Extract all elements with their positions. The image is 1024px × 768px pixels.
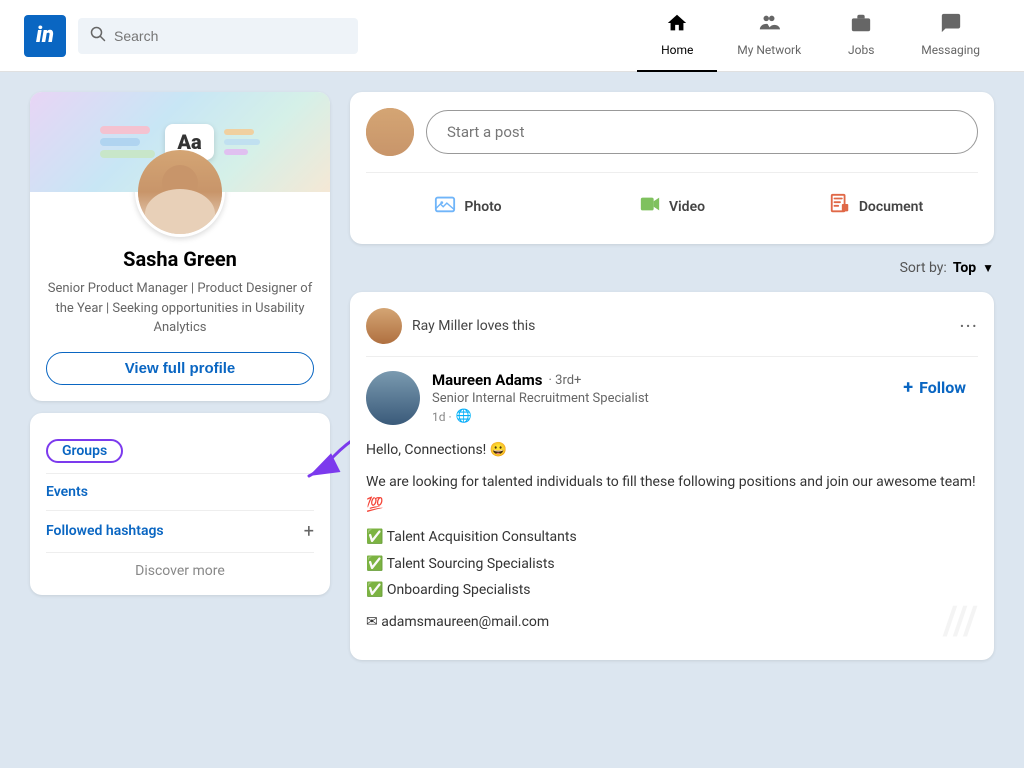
sort-chevron-icon[interactable]: ▼	[982, 261, 994, 275]
sort-bar: Sort by: Top ▼	[350, 256, 994, 280]
loves-text: Ray Miller loves this	[412, 318, 535, 334]
post-card: Ray Miller loves this ··· Maureen Adams …	[350, 292, 994, 660]
post-options-button[interactable]: ···	[959, 314, 978, 338]
view-profile-button[interactable]: View full profile	[46, 352, 314, 385]
sort-value[interactable]: Top	[953, 260, 976, 276]
profile-title: Senior Product Manager | Product Designe…	[46, 279, 314, 338]
nav-link-hashtags[interactable]: Followed hashtags +	[46, 511, 314, 553]
watermark: ///	[943, 597, 978, 644]
video-icon	[639, 193, 661, 220]
follow-button[interactable]: + Follow	[891, 371, 978, 404]
photo-label: Photo	[464, 199, 501, 215]
author-name-row: Maureen Adams · 3rd+	[432, 371, 879, 389]
avatar-image	[138, 150, 222, 234]
author-avatar	[366, 371, 420, 425]
post-box: Start a post Photo	[350, 92, 994, 244]
sidebar: Aa Sasha Green Senior Product Manager | …	[30, 92, 330, 660]
photo-icon	[434, 193, 456, 220]
nav-label-jobs: Jobs	[848, 43, 874, 57]
post-avatar-image	[366, 108, 414, 156]
messaging-icon	[940, 12, 962, 39]
document-action[interactable]: Document	[774, 185, 978, 228]
author-meta: 1d · 🌐	[432, 409, 879, 424]
photo-action[interactable]: Photo	[366, 185, 570, 228]
search-icon	[90, 26, 106, 46]
nav-link-groups[interactable]: Groups	[46, 429, 314, 474]
author-info: Maureen Adams · 3rd+ Senior Internal Rec…	[432, 371, 879, 424]
document-icon	[829, 193, 851, 220]
post-time: 1d ·	[432, 410, 452, 424]
feed: Start a post Photo	[350, 92, 994, 660]
linkedin-logo[interactable]: in	[24, 15, 66, 57]
post-input-row: Start a post	[366, 108, 978, 156]
video-label: Video	[669, 199, 705, 215]
network-icon	[758, 12, 780, 39]
nav-label-network: My Network	[737, 43, 801, 57]
nav-item-network[interactable]: My Network	[717, 0, 821, 72]
list-item: ✅ Talent Acquisition Consultants	[366, 526, 978, 548]
jobs-icon	[850, 12, 872, 39]
post-body: We are looking for talented individuals …	[366, 471, 978, 516]
follow-plus-icon: +	[903, 377, 913, 398]
author-degree: · 3rd+	[549, 373, 582, 388]
hashtags-label: Followed hashtags	[46, 523, 164, 539]
sort-label: Sort by:	[900, 260, 947, 276]
follow-label: Follow	[919, 378, 966, 397]
header-left: in	[24, 15, 637, 57]
search-input[interactable]	[114, 28, 346, 44]
list-item: ✅ Talent Sourcing Specialists	[366, 553, 978, 575]
loves-row: Ray Miller loves this ···	[366, 308, 978, 357]
post-input[interactable]: Start a post	[426, 110, 978, 154]
discover-more[interactable]: Discover more	[46, 553, 314, 579]
loves-avatar-image	[366, 308, 402, 344]
nav-item-jobs[interactable]: Jobs	[821, 0, 901, 72]
post-email: ✉ adamsmaureen@mail.com	[366, 611, 978, 633]
profile-card: Aa Sasha Green Senior Product Manager | …	[30, 92, 330, 401]
header-nav: Home My Network Jobs	[637, 0, 1000, 72]
author-row: Maureen Adams · 3rd+ Senior Internal Rec…	[366, 371, 978, 425]
search-bar[interactable]	[78, 18, 358, 54]
nav-item-home[interactable]: Home	[637, 0, 717, 72]
nav-links-card: Groups Events Followe	[30, 413, 330, 595]
nav-link-events[interactable]: Events	[46, 474, 314, 511]
post-greeting: Hello, Connections! 😀	[366, 439, 978, 461]
document-label: Document	[859, 199, 923, 215]
loves-avatar	[366, 308, 402, 344]
post-content: Hello, Connections! 😀 We are looking for…	[366, 439, 978, 634]
profile-avatar	[135, 147, 225, 237]
video-action[interactable]: Video	[570, 185, 774, 228]
header: in Home	[0, 0, 1024, 72]
add-icon[interactable]: +	[304, 521, 314, 542]
author-name[interactable]: Maureen Adams	[432, 371, 543, 389]
post-list: ✅ Talent Acquisition Consultants ✅ Talen…	[366, 526, 978, 601]
nav-item-messaging[interactable]: Messaging	[901, 0, 1000, 72]
nav-label-home: Home	[661, 43, 693, 57]
post-actions: Photo Video	[366, 172, 978, 228]
author-avatar-image	[366, 371, 420, 425]
profile-name: Sasha Green	[46, 247, 314, 271]
author-subtitle: Senior Internal Recruitment Specialist	[432, 391, 879, 406]
globe-icon: 🌐	[456, 409, 472, 424]
groups-label: Groups	[46, 439, 123, 463]
nav-label-messaging: Messaging	[921, 43, 980, 57]
main-content: Aa Sasha Green Senior Product Manager | …	[0, 72, 1024, 680]
post-avatar	[366, 108, 414, 156]
home-icon	[666, 12, 688, 39]
events-label: Events	[46, 484, 88, 500]
list-item: ✅ Onboarding Specialists	[366, 579, 978, 601]
